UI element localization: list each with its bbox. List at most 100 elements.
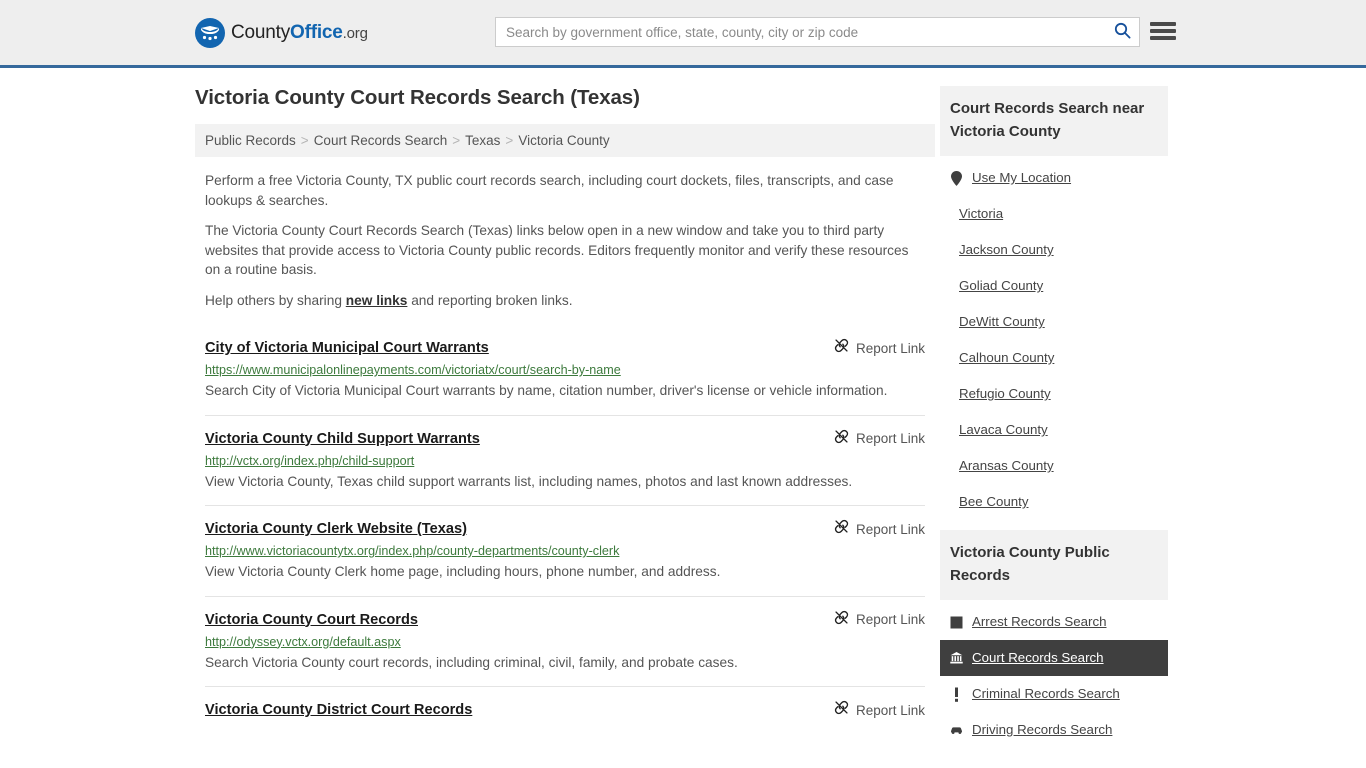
sidebar-record-item-label: Court Records Search <box>972 650 1104 665</box>
report-link-label: Report Link <box>855 431 925 446</box>
sidebar-record-item-court-records-search[interactable]: Court Records Search <box>940 640 1168 676</box>
new-links-link[interactable]: new links <box>346 293 408 308</box>
result-title-link[interactable]: City of Victoria Municipal Court Warrant… <box>205 338 489 358</box>
result-item: City of Victoria Municipal Court Warrant… <box>205 328 925 415</box>
page-body: Victoria County Court Records Search (Te… <box>0 68 1366 768</box>
result-title-link[interactable]: Victoria County Child Support Warrants <box>205 429 480 449</box>
report-link-button[interactable]: Report Link <box>820 338 925 358</box>
result-url[interactable]: http://odyssey.vctx.org/default.aspx <box>205 634 925 651</box>
breadcrumb-separator: > <box>452 133 461 148</box>
sidebar-record-item-driving-records-search[interactable]: Driving Records Search <box>940 712 1168 748</box>
result-description: View Victoria County, Texas child suppor… <box>205 473 853 489</box>
site-logo[interactable]: CountyOffice.org <box>195 18 368 48</box>
report-link-label: Report Link <box>855 612 925 627</box>
main-content: Victoria County Court Records Search (Te… <box>195 86 935 734</box>
breadcrumb-item-court-records-search[interactable]: Court Records Search <box>314 133 448 148</box>
result-description: Search Victoria County court records, in… <box>205 654 738 670</box>
logo-text-org: .org <box>342 25 368 42</box>
result-title-link[interactable]: Victoria County Clerk Website (Texas) <box>205 519 467 539</box>
report-link-label: Report Link <box>855 521 925 537</box>
result-item: Victoria County Clerk Website (Texas) Rep… <box>205 505 925 596</box>
sidebar-record-item-label: Driving Records Search <box>972 722 1113 737</box>
results-list: City of Victoria Municipal Court Warrant… <box>195 328 935 734</box>
sidebar-nearby-item-calhoun-county[interactable]: Calhoun County <box>940 340 1168 376</box>
broken-link-icon <box>834 429 849 449</box>
sidebar: Court Records Search near Victoria Count… <box>940 86 1168 758</box>
sidebar-nearby-item-goliad-county[interactable]: Goliad County <box>940 268 1168 304</box>
breadcrumb-item-victoria-county[interactable]: Victoria County <box>518 133 609 148</box>
breadcrumb: Public Records > Court Records Search > Texa… <box>195 124 935 157</box>
sidebar-nearby-item-use-my-location[interactable]: Use My Location <box>940 160 1168 196</box>
sidebar-nearby-item-label: Lavaca County <box>959 422 1048 437</box>
breadcrumb-item-texas[interactable]: Texas <box>465 133 500 148</box>
hamburger-bar-1 <box>1150 22 1176 26</box>
search-input[interactable] <box>496 18 1105 46</box>
site-logo-text: CountyOffice.org <box>231 22 368 44</box>
broken-link-icon <box>834 519 849 539</box>
result-item: Victoria County Court Records Report Link… <box>205 595 925 687</box>
courthouse-icon <box>950 651 963 666</box>
report-link-label: Report Link <box>855 702 925 718</box>
intro-p3-before: Help others by sharing <box>205 292 346 308</box>
sidebar-nearby-item-label: Goliad County <box>959 278 1044 293</box>
hamburger-bar-3 <box>1150 36 1176 40</box>
result-header: Victoria County Child Support Warrants Re… <box>205 429 925 449</box>
sidebar-nearby-item-label: Victoria <box>959 206 1004 221</box>
intro-paragraph-1: Perform a free Victoria County, TX publi… <box>205 173 894 208</box>
sidebar-public-records-section: Victoria County Public Records Arrest Re… <box>940 530 1168 748</box>
sidebar-nearby-item-label: Refugio County <box>959 386 1051 401</box>
report-link-button[interactable]: Report Link <box>820 700 925 720</box>
sidebar-nearby-item-aransas-county[interactable]: Aransas County <box>940 448 1168 484</box>
intro-paragraph-3: Help others by sharing new links and rep… <box>195 291 935 311</box>
result-title-link[interactable]: Victoria County Court Records <box>205 610 418 630</box>
intro-paragraph-2: The Victoria County Court Records Search… <box>205 223 909 277</box>
sidebar-nearby-item-label: Jackson County <box>959 242 1054 257</box>
sidebar-nearby-section: Court Records Search near Victoria Count… <box>940 86 1168 520</box>
sidebar-nearby-item-jackson-county[interactable]: Jackson County <box>940 232 1168 268</box>
result-header: Victoria County Court Records Report Link <box>205 610 925 630</box>
eagle-shield-icon <box>195 18 225 48</box>
result-url[interactable]: http://www.victoriacountytx.org/index.ph… <box>205 543 925 560</box>
result-header: Victoria County Clerk Website (Texas) Rep… <box>205 519 925 539</box>
sidebar-record-item-label: Criminal Records Search <box>972 686 1120 701</box>
search-button[interactable] <box>1105 18 1139 46</box>
sidebar-nearby-item-victoria[interactable]: Victoria <box>940 196 1168 232</box>
page-title: Victoria County Court Records Search (Te… <box>195 86 640 109</box>
report-link-button[interactable]: Report Link <box>820 519 925 539</box>
search-bar[interactable] <box>495 17 1140 47</box>
site-header: CountyOffice.org <box>0 0 1366 68</box>
sidebar-nearby-list: Use My Location Victoria Jackson County Gol… <box>940 160 1168 520</box>
sidebar-nearby-item-lavaca-county[interactable]: Lavaca County <box>940 412 1168 448</box>
result-description: Search City of Victoria Municipal Court … <box>205 383 888 398</box>
car-icon <box>950 723 963 738</box>
result-url[interactable]: https://www.municipalonlinepayments.com/… <box>205 362 925 379</box>
broken-link-icon <box>834 610 849 630</box>
sidebar-nearby-item-label: Use My Location <box>972 170 1072 185</box>
intro-p3-after: and reporting broken links. <box>407 292 573 308</box>
result-description: View Victoria County Clerk home page, in… <box>205 564 721 579</box>
sidebar-nearby-item-bee-county[interactable]: Bee County <box>940 484 1168 520</box>
report-link-button[interactable]: Report Link <box>820 610 925 630</box>
sidebar-nearby-item-refugio-county[interactable]: Refugio County <box>940 376 1168 412</box>
sidebar-nearby-item-dewitt-county[interactable]: DeWitt County <box>940 304 1168 340</box>
sidebar-record-item-criminal-records-search[interactable]: Criminal Records Search <box>940 676 1168 712</box>
breadcrumb-separator: > <box>300 133 309 148</box>
broken-link-icon <box>834 700 849 720</box>
breadcrumb-separator: > <box>505 133 514 148</box>
building-icon <box>950 615 963 630</box>
breadcrumb-item-public-records[interactable]: Public Records <box>205 133 296 148</box>
sidebar-record-item-label: Arrest Records Search <box>972 614 1107 629</box>
report-link-button[interactable]: Report Link <box>820 429 925 449</box>
map-pin-icon <box>950 170 963 186</box>
sidebar-record-item-arrest-records-search[interactable]: Arrest Records Search <box>940 604 1168 640</box>
result-item: Victoria County District Court Records Re… <box>205 686 925 734</box>
hamburger-bar-2 <box>1150 29 1176 33</box>
sidebar-nearby-heading: Court Records Search near Victoria Count… <box>940 86 1168 156</box>
result-url[interactable]: http://vctx.org/index.php/child-support <box>205 453 925 470</box>
sidebar-public-records-list: Arrest Records Search Court Records Searc… <box>940 604 1168 748</box>
exclamation-icon <box>950 687 963 702</box>
result-title-link[interactable]: Victoria County District Court Records <box>205 700 472 720</box>
hamburger-menu-icon[interactable] <box>1150 20 1176 42</box>
sidebar-nearby-item-label: Aransas County <box>959 458 1054 473</box>
logo-text-county: County <box>231 22 291 43</box>
